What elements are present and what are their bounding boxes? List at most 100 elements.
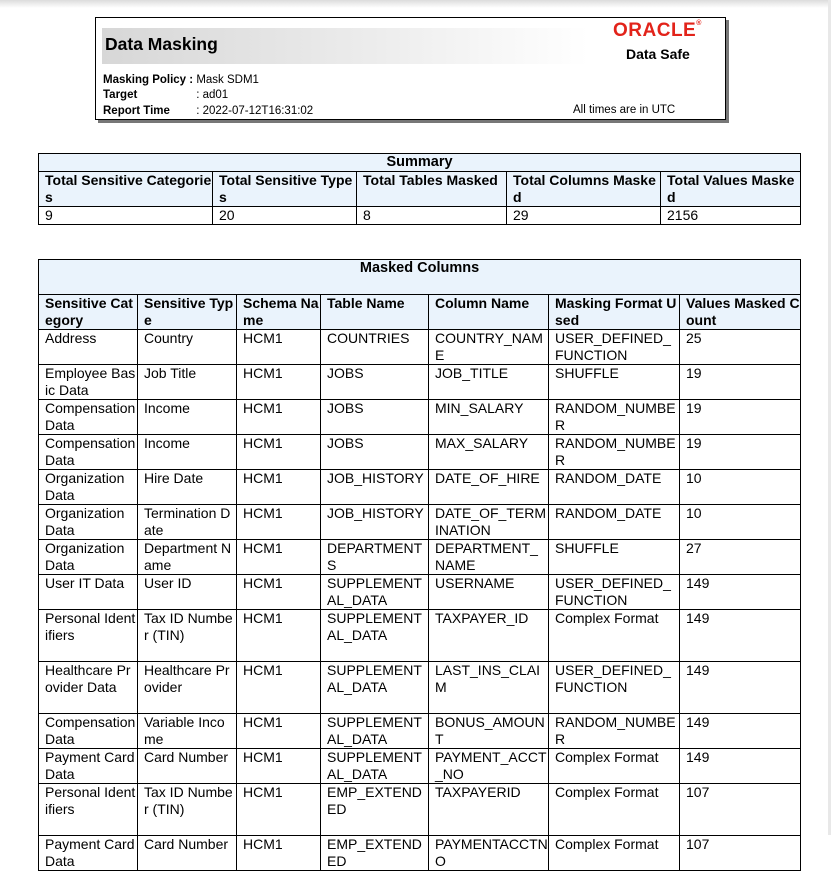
- table-cell: HCM1: [236, 539, 321, 575]
- table-row: Compensation Data Variable Income HCM1 SUPP…: [38, 713, 802, 749]
- target-label: Target: [103, 89, 138, 101]
- table-cell: USER_DEFINED_FUNCTION: [548, 661, 680, 714]
- table-cell: Income: [137, 399, 237, 435]
- table-cell: Payment Card Data: [38, 748, 138, 784]
- table-cell: RANDOM_DATE: [548, 504, 680, 540]
- table-cell: Card Number: [137, 748, 237, 784]
- table-cell: User ID: [137, 574, 237, 610]
- table-cell: 19: [678, 399, 802, 435]
- table-cell: Compensation Data: [38, 434, 138, 470]
- table-cell: 10: [678, 469, 802, 505]
- report-time-label: Report Time: [103, 105, 170, 117]
- masked-columns-table: Masked Columns Sensitive Category Sensiti…: [37, 259, 802, 871]
- table-cell: Hire Date: [137, 469, 237, 505]
- table-row: Organization Data Termination Date HCM1 JOB…: [38, 504, 802, 540]
- table-cell: TAXPAYER_ID: [428, 609, 549, 662]
- table-cell: DATE_OF_HIRE: [428, 469, 549, 505]
- table-cell: 10: [678, 504, 802, 540]
- summary-header-cell: Total Columns Masked: [506, 171, 661, 207]
- target-row: Target : ad01: [103, 88, 228, 102]
- table-cell: HCM1: [236, 574, 321, 610]
- summary-value-cell: 29: [506, 206, 661, 225]
- table-row: Personal Identifiers Tax ID Number (TIN) H…: [38, 783, 802, 836]
- policy-row: Masking Policy : Mask SDM1: [103, 73, 259, 87]
- masked-header-cell: Column Name: [428, 294, 549, 330]
- table-cell: JOBS: [320, 399, 429, 435]
- table-cell: 25: [678, 329, 802, 365]
- table-cell: MAX_SALARY: [428, 434, 549, 470]
- table-cell: 19: [678, 434, 802, 470]
- summary-table: Summary Total Sensitive Categories Total …: [37, 153, 802, 225]
- table-cell: Income: [137, 434, 237, 470]
- table-cell: JOB_TITLE: [428, 364, 549, 400]
- table-cell: RANDOM_NUMBER: [548, 434, 680, 470]
- summary-caption: Summary: [37, 153, 802, 172]
- table-cell: SUPPLEMENTAL_DATA: [320, 661, 429, 714]
- table-row: Compensation Data Income HCM1 JOBS MIN_SALAR…: [38, 399, 802, 435]
- table-cell: Card Number: [137, 835, 237, 871]
- masked-header-cell: Values Masked Count: [678, 294, 802, 330]
- table-cell: Tax ID Number (TIN): [137, 609, 237, 662]
- table-cell: Complex Format: [548, 748, 680, 784]
- table-row: Payment Card Data Card Number HCM1 EMP_EXTE…: [38, 835, 802, 871]
- table-cell: HCM1: [236, 434, 321, 470]
- table-row: Payment Card Data Card Number HCM1 SUPPLEME…: [38, 748, 802, 784]
- table-cell: TAXPAYERID: [428, 783, 549, 836]
- table-cell: LAST_INS_CLAIM: [428, 661, 549, 714]
- title-band: Data Masking: [102, 28, 589, 64]
- table-cell: Complex Format: [548, 783, 680, 836]
- table-cell: SUPPLEMENTAL_DATA: [320, 574, 429, 610]
- masked-header-cell: Schema Name: [236, 294, 321, 330]
- table-cell: Variable Income: [137, 713, 237, 749]
- table-cell: COUNTRIES: [320, 329, 429, 365]
- table-cell: User IT Data: [38, 574, 138, 610]
- table-cell: USER_DEFINED_FUNCTION: [548, 574, 680, 610]
- table-cell: HCM1: [236, 713, 321, 749]
- masked-header-cell: Table Name: [320, 294, 429, 330]
- table-cell: JOBS: [320, 434, 429, 470]
- product-name: Data Safe: [626, 46, 690, 62]
- table-cell: PAYMENTACCTNO: [428, 835, 549, 871]
- masked-header-cell: Masking Format Used: [548, 294, 680, 330]
- table-row: Personal Identifiers Tax ID Number (TIN) H…: [38, 609, 802, 662]
- table-cell: JOB_HISTORY: [320, 504, 429, 540]
- table-cell: RANDOM_NUMBER: [548, 399, 680, 435]
- summary-value-cell: 9: [38, 206, 213, 225]
- table-cell: Tax ID Number (TIN): [137, 783, 237, 836]
- table-cell: RANDOM_NUMBER: [548, 713, 680, 749]
- report-header: Data Masking ORACLE® Data Safe Masking P…: [95, 17, 726, 120]
- table-cell: SUPPLEMENTAL_DATA: [320, 713, 429, 749]
- table-cell: 107: [678, 835, 802, 871]
- table-cell: DEPARTMENTS: [320, 539, 429, 575]
- table-cell: 149: [678, 609, 802, 662]
- summary-header-cell: Total Sensitive Types: [212, 171, 357, 207]
- summary-header-row: Total Sensitive Categories Total Sensitiv…: [38, 171, 802, 207]
- table-row: Organization Data Department Name HCM1 DEPA…: [38, 539, 802, 575]
- table-row: Organization Data Hire Date HCM1 JOB_HISTOR…: [38, 469, 802, 505]
- table-cell: HCM1: [236, 609, 321, 662]
- table-cell: Organization Data: [38, 469, 138, 505]
- table-cell: HCM1: [236, 835, 321, 871]
- table-cell: Healthcare Provider Data: [38, 661, 138, 714]
- table-cell: COUNTRY_NAME: [428, 329, 549, 365]
- table-cell: 27: [678, 539, 802, 575]
- table-cell: MIN_SALARY: [428, 399, 549, 435]
- table-cell: HCM1: [236, 748, 321, 784]
- table-row: Employee Basic Data Job Title HCM1 JOBS JOB_…: [38, 364, 802, 400]
- summary-value-cell: 8: [356, 206, 507, 225]
- table-cell: Personal Identifiers: [38, 783, 138, 836]
- table-cell: HCM1: [236, 661, 321, 714]
- timezone-note: All times are in UTC: [573, 104, 676, 116]
- table-cell: HCM1: [236, 469, 321, 505]
- table-cell: Compensation Data: [38, 713, 138, 749]
- table-cell: SUPPLEMENTAL_DATA: [320, 609, 429, 662]
- table-cell: SHUFFLE: [548, 539, 680, 575]
- masked-header-row: Sensitive Category Sensitive Type Schema N…: [38, 294, 802, 330]
- table-cell: JOBS: [320, 364, 429, 400]
- summary-value-cell: 20: [212, 206, 357, 225]
- table-cell: HCM1: [236, 329, 321, 365]
- table-cell: Country: [137, 329, 237, 365]
- masked-header-cell: Sensitive Category: [38, 294, 138, 330]
- table-row: User IT Data User ID HCM1 SUPPLEMENTAL_DATA…: [38, 574, 802, 610]
- table-cell: HCM1: [236, 364, 321, 400]
